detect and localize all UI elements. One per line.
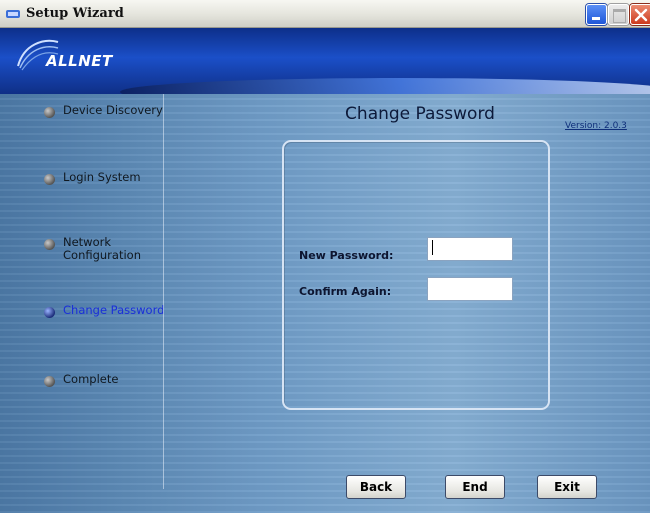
wizard-content: Device Discovery Login System Network Co… (0, 94, 650, 513)
step-bullet-icon (44, 307, 55, 318)
step-label: Network Configuration (63, 235, 141, 262)
step-label: Login System (63, 170, 141, 184)
minimize-button[interactable] (586, 4, 607, 25)
step-label: Complete (63, 372, 119, 386)
text-caret (432, 240, 433, 255)
confirm-password-label: Confirm Again: (299, 285, 392, 298)
step-label: Device Discovery (63, 103, 163, 117)
wizard-steps-sidebar: Device Discovery Login System Network Co… (0, 94, 165, 489)
new-password-label: New Password: (299, 249, 394, 262)
exit-button[interactable]: Exit (537, 475, 597, 499)
step-label: Change Password (63, 303, 165, 317)
header-banner: ALLNET (0, 28, 650, 94)
end-button[interactable]: End (445, 475, 505, 499)
brand-logo-text: ALLNET (46, 52, 113, 70)
step-network-configuration[interactable]: Network Configuration (44, 236, 143, 262)
app-icon (6, 10, 20, 18)
maximize-button[interactable] (608, 4, 629, 25)
step-bullet-icon (44, 107, 55, 118)
close-icon (634, 8, 648, 22)
step-bullet-icon (44, 376, 55, 387)
sidebar-divider (163, 94, 164, 489)
confirm-password-input[interactable] (427, 277, 513, 301)
version-link[interactable]: Version: 2.0.3 (565, 121, 627, 131)
step-change-password[interactable]: Change Password (44, 304, 164, 318)
step-login-system[interactable]: Login System (44, 171, 141, 185)
window-title: Setup Wizard (26, 6, 124, 21)
title-bar: Setup Wizard (0, 0, 650, 28)
step-bullet-icon (44, 239, 55, 250)
step-device-discovery[interactable]: Device Discovery (44, 104, 163, 118)
password-form-panel (282, 140, 550, 410)
new-password-input[interactable] (427, 237, 513, 261)
back-button[interactable]: Back (346, 475, 406, 499)
close-button[interactable] (630, 4, 650, 25)
step-complete[interactable]: Complete (44, 373, 118, 387)
step-bullet-icon (44, 174, 55, 185)
page-title: Change Password (345, 104, 495, 124)
banner-swoosh (120, 78, 650, 94)
